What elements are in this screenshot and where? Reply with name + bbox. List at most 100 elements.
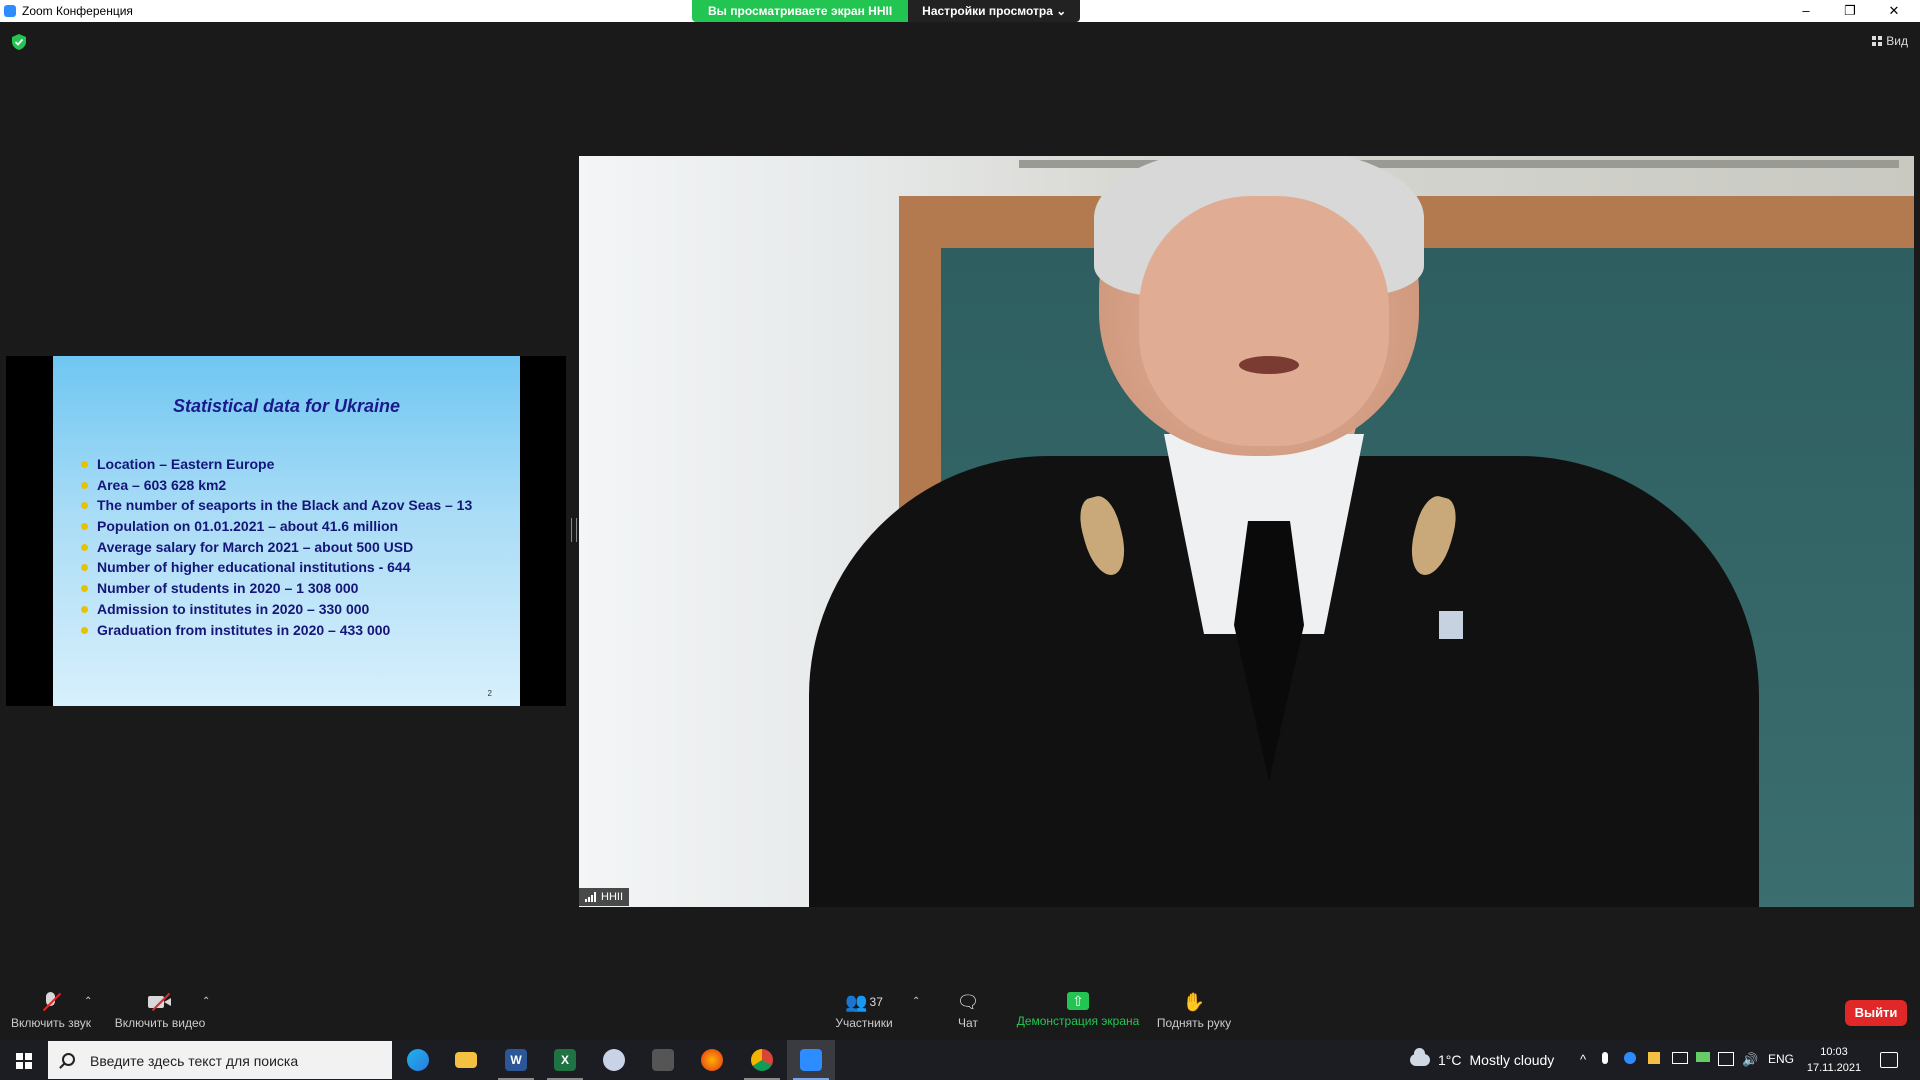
snipping-tool-taskbar-app[interactable] — [639, 1040, 687, 1080]
notifications-icon[interactable] — [1880, 1052, 1898, 1068]
clock-date: 17.11.2021 — [1806, 1062, 1862, 1074]
cloud-icon — [1410, 1048, 1430, 1066]
raise-hand-icon: ✋ — [1182, 992, 1206, 1012]
search-input[interactable] — [88, 1050, 382, 1072]
excel-icon: X — [554, 1049, 576, 1071]
clock-time: 10:03 — [1820, 1046, 1848, 1058]
viewing-screen-notice: Вы просматриваете экран HHII — [692, 0, 909, 22]
video-options-caret-icon[interactable]: ⌃ — [202, 996, 210, 1007]
bullet-icon — [81, 481, 88, 489]
list-item: Graduation from institutes in 2020 – 433… — [81, 620, 472, 641]
chat-button[interactable]: 🗨 Чат — [948, 992, 988, 1030]
start-video-button[interactable]: Включить видео — [112, 992, 208, 1030]
unmute-button[interactable]: Включить звук — [8, 992, 94, 1030]
close-button[interactable]: ✕ — [1874, 2, 1914, 20]
share-banner: Вы просматриваете экран HHII Настройки п… — [692, 0, 1081, 22]
presentation-slide: Statistical data for Ukraine Location – … — [53, 356, 520, 706]
title-bar: Zoom Конференция Вы просматриваете экран… — [0, 0, 1920, 22]
chevron-down-icon: ⌄ — [1056, 4, 1067, 18]
participants-button[interactable]: 👥 37 Участники — [828, 992, 900, 1030]
signal-strength-icon — [585, 892, 596, 902]
microphone-icon[interactable] — [1602, 1052, 1608, 1064]
security-icon[interactable] — [1648, 1052, 1660, 1064]
bullet-icon — [81, 605, 88, 613]
meeting-toolbar: Включить звук ⌃ Включить видео ⌃ 👥 37 Уча… — [0, 980, 1920, 1040]
bullet-text: Area – 603 628 km2 — [97, 476, 227, 493]
participants-icon: 👥 37 — [845, 992, 883, 1012]
edge-icon — [407, 1049, 429, 1071]
list-item: Number of higher educational institution… — [81, 557, 472, 578]
slide-title: Statistical data for Ukraine — [172, 396, 401, 416]
bullet-icon — [81, 585, 88, 593]
participants-options-caret-icon[interactable]: ⌃ — [912, 996, 920, 1007]
bullet-text: Graduation from institutes in 2020 – 433… — [97, 621, 391, 638]
start-video-label: Включить видео — [114, 1016, 206, 1030]
excel-taskbar-app[interactable]: X — [541, 1040, 589, 1080]
bullet-icon — [81, 502, 88, 510]
bullet-icon — [81, 626, 88, 634]
word-icon: W — [505, 1049, 527, 1071]
chrome-icon — [751, 1049, 773, 1071]
security-shield-icon[interactable] — [12, 34, 26, 50]
participant-name-tag: HHII — [579, 888, 629, 906]
zoom-app-icon — [4, 5, 16, 17]
paint-taskbar-app[interactable] — [590, 1040, 638, 1080]
share-screen-label: Демонстрация экрана — [1016, 1014, 1140, 1028]
bullet-text: The number of seaports in the Black and … — [97, 497, 473, 514]
raise-hand-label: Поднять руку — [1156, 1016, 1232, 1030]
edge-taskbar-app[interactable] — [394, 1040, 442, 1080]
restore-button[interactable]: ❐ — [1830, 2, 1870, 20]
minimize-button[interactable]: – — [1786, 2, 1826, 20]
clock[interactable]: 10:03 17.11.2021 — [1806, 1044, 1862, 1076]
chat-label: Чат — [958, 1016, 978, 1030]
shared-screen: Statistical data for Ukraine Location – … — [6, 356, 566, 706]
skype-icon[interactable] — [1624, 1052, 1636, 1064]
search-icon — [62, 1053, 75, 1066]
bullet-icon — [81, 564, 88, 572]
list-item: Population on 01.01.2021 – about 41.6 mi… — [81, 516, 472, 537]
bullet-icon — [81, 461, 88, 468]
bullet-icon — [81, 523, 88, 531]
participants-count: 37 — [869, 995, 883, 1009]
word-taskbar-app[interactable]: W — [492, 1040, 540, 1080]
bullet-text: Admission to institutes in 2020 – 330 00… — [97, 600, 370, 617]
view-button-label: Вид — [1886, 34, 1908, 48]
zoom-taskbar-app[interactable] — [787, 1040, 835, 1080]
muted-microphone-icon — [38, 992, 64, 1012]
slide-page-number: 2 — [487, 689, 492, 698]
chevron-up-icon[interactable]: ^ — [1580, 1052, 1586, 1067]
bullet-text: Number of higher educational institution… — [97, 559, 411, 576]
participants-label: Участники — [835, 1016, 893, 1030]
file-explorer-taskbar-app[interactable] — [442, 1040, 490, 1080]
unmute-label: Включить звук — [10, 1016, 92, 1030]
volume-icon[interactable]: 🔊 — [1742, 1052, 1758, 1068]
list-item: Average salary for March 2021 – about 50… — [81, 537, 472, 558]
weather-description: Mostly cloudy — [1469, 1052, 1555, 1068]
paint-icon — [603, 1049, 625, 1071]
windows-logo-icon — [16, 1053, 32, 1069]
start-button[interactable] — [0, 1040, 48, 1080]
weather-widget[interactable]: 1°C Mostly cloudy — [1410, 1040, 1554, 1080]
snipping-tool-icon — [652, 1049, 674, 1071]
lapel-pin — [1439, 611, 1463, 639]
list-item: Number of students in 2020 – 1 308 000 — [81, 578, 472, 599]
list-item: Location – Eastern Europe — [81, 454, 472, 475]
audio-options-caret-icon[interactable]: ⌃ — [84, 996, 92, 1007]
language-indicator[interactable]: ENG — [1768, 1052, 1794, 1066]
network-off-icon[interactable] — [1672, 1052, 1688, 1064]
list-item: Admission to institutes in 2020 – 330 00… — [81, 599, 472, 620]
bullet-icon — [81, 543, 88, 551]
view-button[interactable]: Вид — [1872, 34, 1908, 48]
display-icon[interactable] — [1718, 1052, 1734, 1066]
share-screen-button[interactable]: ⇧ Демонстрация экрана — [1012, 992, 1144, 1028]
leave-meeting-button[interactable]: Выйти — [1845, 1000, 1907, 1026]
battery-icon[interactable] — [1696, 1052, 1710, 1062]
video-off-icon — [147, 992, 173, 1012]
splitter-handle[interactable] — [571, 518, 577, 542]
raise-hand-button[interactable]: ✋ Поднять руку — [1152, 992, 1236, 1030]
chrome-taskbar-app[interactable] — [738, 1040, 786, 1080]
firefox-taskbar-app[interactable] — [688, 1040, 736, 1080]
taskbar-search[interactable] — [48, 1041, 392, 1079]
view-options-button[interactable]: Настройки просмотра ⌄ — [908, 0, 1081, 22]
zoom-icon — [800, 1049, 822, 1071]
